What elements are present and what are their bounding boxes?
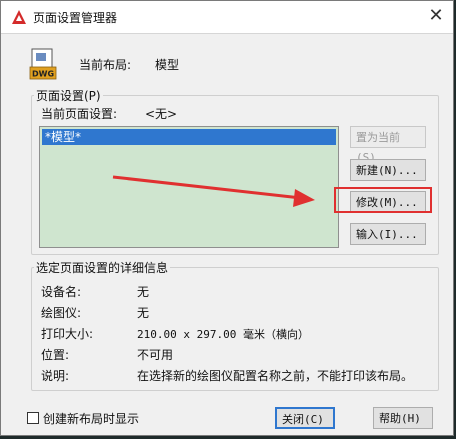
close-button[interactable]: 关闭(C) — [275, 407, 335, 429]
location-label: 位置: — [41, 348, 70, 362]
page-setup-manager-dialog: 页面设置管理器 ✕ DWG 当前布局: 模型 页面设置(P) 当前页面设置: <… — [0, 0, 454, 436]
plotter-label: 绘图仪: — [41, 306, 82, 320]
show-on-new-layout-checkbox[interactable] — [27, 412, 39, 424]
details-group-title: 选定页面设置的详细信息 — [36, 261, 169, 275]
device-name-value: 无 — [137, 285, 150, 299]
location-value: 不可用 — [137, 348, 174, 362]
device-name-label: 设备名: — [41, 285, 82, 299]
description-value: 在选择新的绘图仪配置名称之前，不能打印该布局。 — [137, 369, 414, 383]
plot-size-label: 打印大小: — [41, 327, 94, 341]
description-label: 说明: — [41, 369, 70, 383]
help-button[interactable]: 帮助(H) — [373, 407, 433, 429]
plotter-value: 无 — [137, 306, 150, 320]
show-on-new-layout-label[interactable]: 创建新布局时显示 — [43, 410, 139, 427]
plot-size-value: 210.00 x 297.00 毫米（横向） — [137, 328, 309, 341]
